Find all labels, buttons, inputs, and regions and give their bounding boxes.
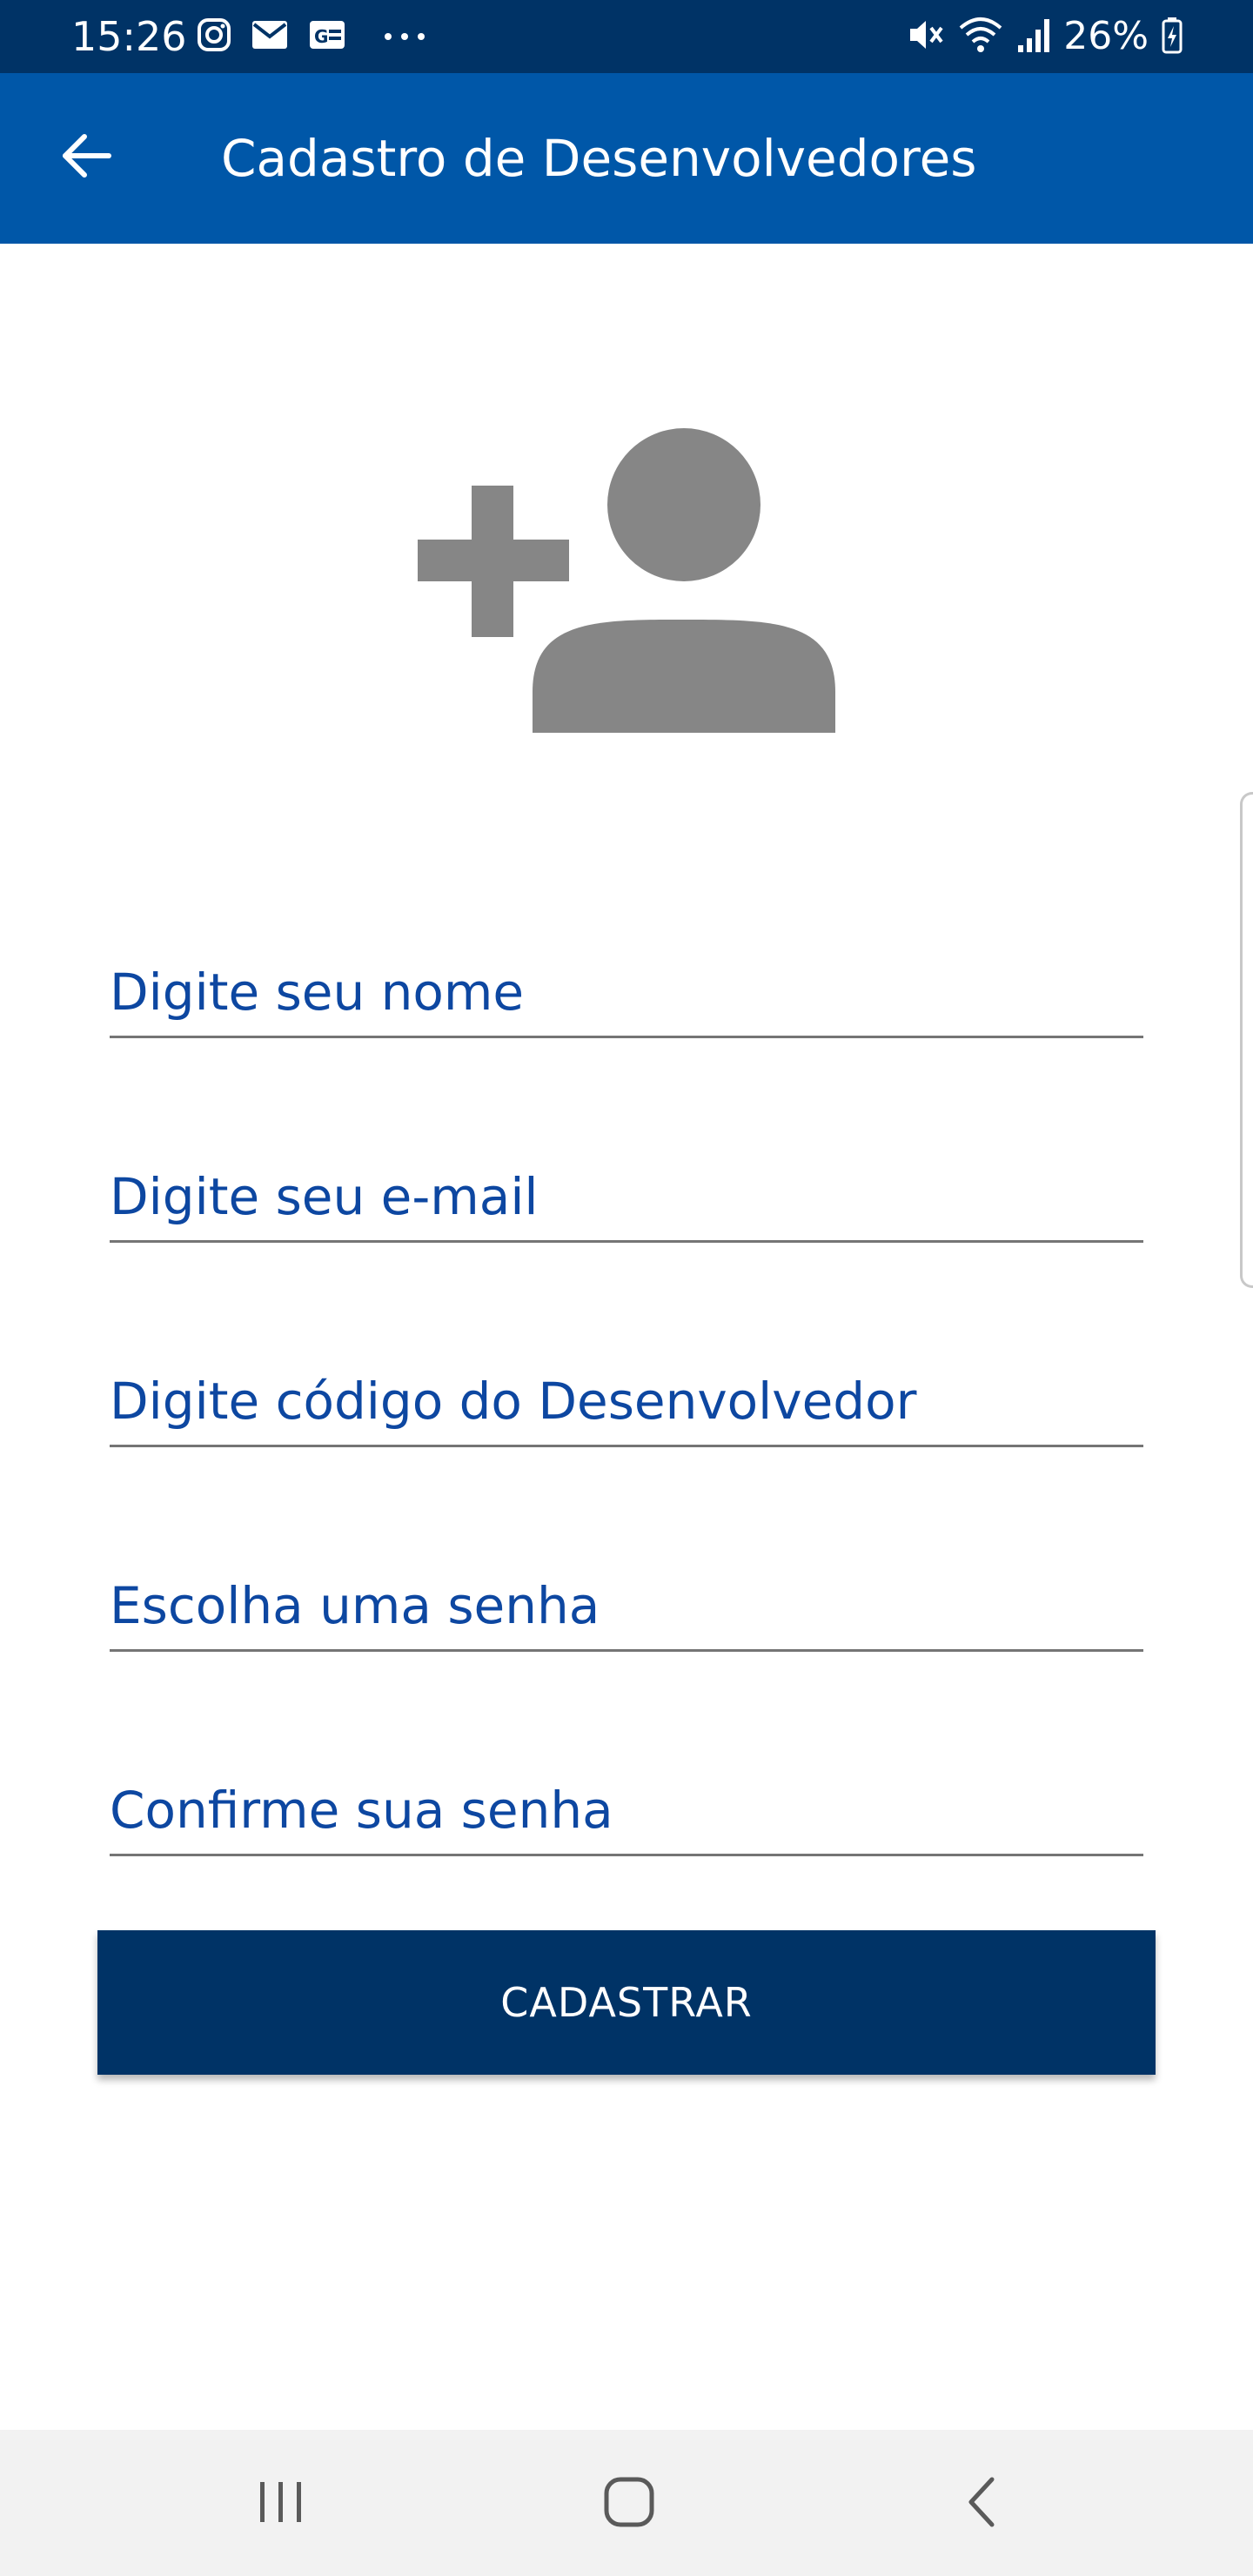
home-icon [603, 2476, 655, 2532]
page-title: Cadastro de Desenvolvedores [221, 129, 977, 188]
news-icon: G [308, 19, 346, 54]
password-confirm-input[interactable] [110, 1775, 1143, 1845]
edge-panel-handle[interactable] [1240, 792, 1253, 1288]
battery-charging-icon [1161, 16, 1183, 57]
signal-icon [1016, 16, 1051, 57]
recents-button[interactable] [233, 2456, 329, 2552]
developer-code-field[interactable] [110, 1352, 1143, 1447]
more-dots-icon [383, 29, 426, 45]
developer-code-input[interactable] [110, 1366, 1143, 1436]
instagram-icon [197, 17, 231, 56]
back-icon [964, 2476, 999, 2532]
status-bar: 15:26 G 26% [0, 0, 1253, 73]
home-button[interactable] [581, 2456, 677, 2552]
register-button[interactable]: CADASTRAR [97, 1930, 1156, 2075]
add-user-icon [418, 426, 835, 733]
notification-icons: G [197, 16, 426, 57]
status-time: 15:26 [71, 13, 187, 60]
wifi-icon [957, 16, 1004, 57]
email-input[interactable] [110, 1162, 1143, 1231]
svg-text:G: G [314, 26, 328, 47]
password-input[interactable] [110, 1571, 1143, 1640]
mute-icon [907, 16, 945, 57]
password-confirm-field[interactable] [110, 1761, 1143, 1856]
name-field[interactable] [110, 943, 1143, 1038]
password-field[interactable] [110, 1556, 1143, 1652]
name-input[interactable] [110, 957, 1143, 1027]
battery-percent: 26% [1063, 14, 1149, 58]
back-button[interactable] [47, 118, 125, 197]
nav-back-button[interactable] [934, 2456, 1029, 2552]
recents-icon [257, 2480, 305, 2527]
system-icons: 26% [907, 12, 1183, 61]
mail-icon [251, 19, 289, 54]
email-field[interactable] [110, 1147, 1143, 1243]
arrow-back-icon [58, 131, 114, 184]
